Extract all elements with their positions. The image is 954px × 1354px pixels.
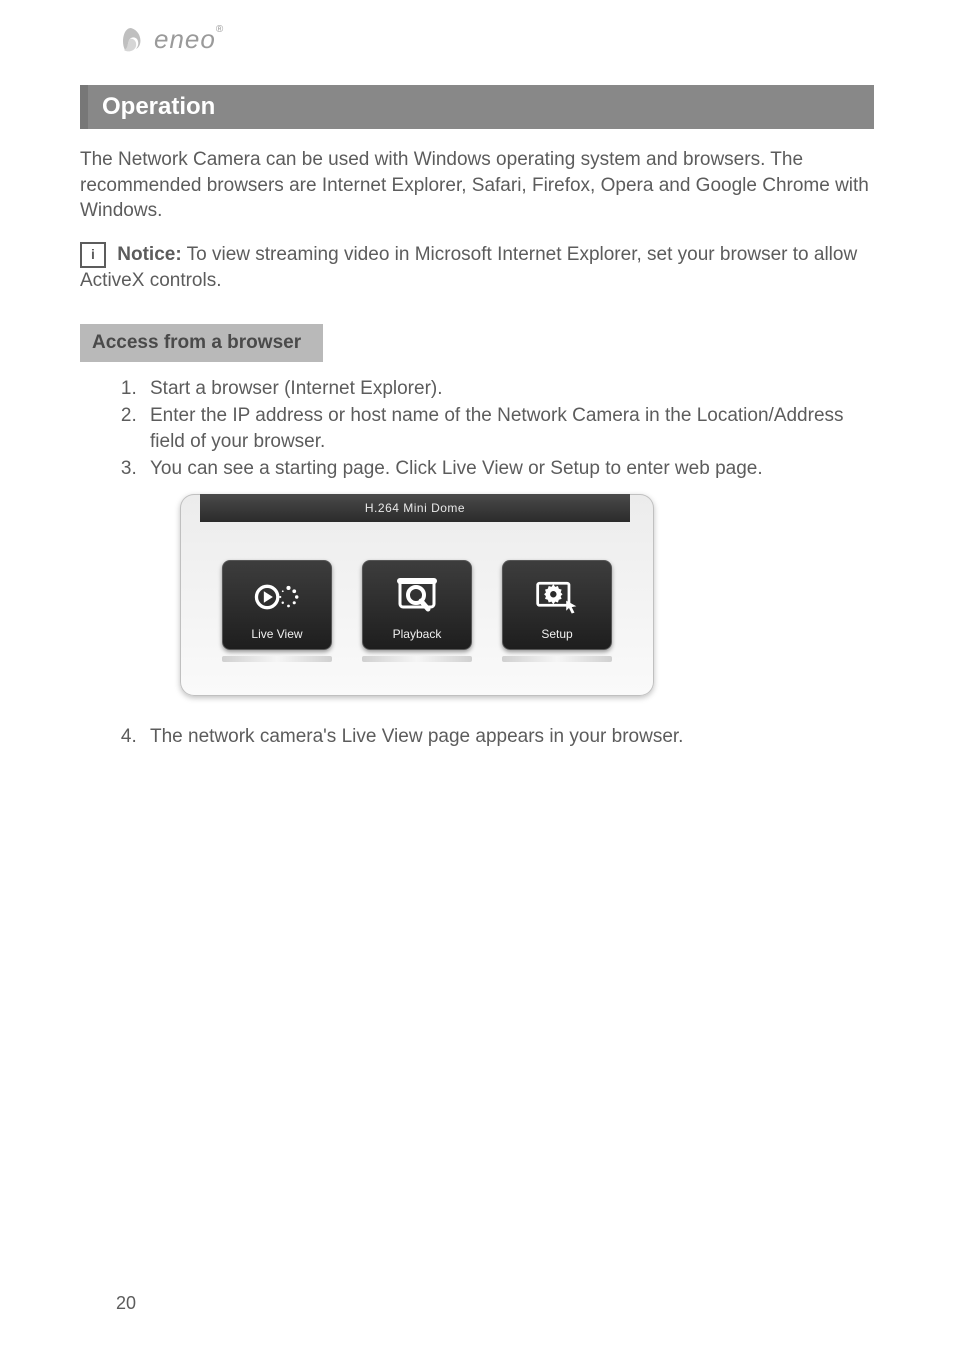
page-number: 20: [116, 1293, 136, 1314]
tile-reflection: [222, 656, 332, 662]
notice-paragraph: i Notice: To view streaming video in Mic…: [80, 242, 874, 294]
brand-name: eneo®: [154, 24, 224, 55]
step-item: Enter the IP address or host name of the…: [142, 403, 874, 454]
screenshot-title-bar: H.264 Mini Dome: [200, 494, 630, 522]
tile-reflection: [362, 656, 472, 662]
notice-label: Notice:: [117, 244, 181, 265]
brand-logo: eneo®: [116, 24, 874, 55]
tile-reflection: [502, 656, 612, 662]
tile-live-view[interactable]: Live View: [222, 560, 332, 650]
steps-list-top: Start a browser (Internet Explorer). Ent…: [116, 376, 874, 483]
step-item: Start a browser (Internet Explorer).: [142, 376, 874, 402]
tile-label: Playback: [393, 627, 442, 641]
intro-paragraph: The Network Camera can be used with Wind…: [80, 147, 874, 224]
section-heading-operation: Operation: [80, 85, 874, 129]
embedded-screenshot: H.264 Mini Dome: [180, 494, 654, 696]
notice-text: To view streaming video in Microsoft Int…: [80, 244, 857, 291]
step-item: The network camera's Live View page appe…: [142, 724, 874, 750]
magnify-folder-icon: [394, 577, 440, 617]
registered-mark-icon: ®: [216, 24, 224, 35]
subsection-heading-access: Access from a browser: [80, 324, 323, 362]
gear-picture-cursor-icon: [534, 577, 580, 617]
play-loading-icon: [254, 577, 300, 617]
info-icon: i: [80, 242, 106, 268]
brand-mark-icon: [116, 25, 146, 55]
tile-setup[interactable]: Setup: [502, 560, 612, 650]
tile-label: Setup: [541, 627, 572, 641]
steps-list-bottom: The network camera's Live View page appe…: [116, 724, 874, 750]
step-item: You can see a starting page. Click Live …: [142, 456, 874, 482]
tile-playback[interactable]: Playback: [362, 560, 472, 650]
tile-label: Live View: [251, 627, 302, 641]
